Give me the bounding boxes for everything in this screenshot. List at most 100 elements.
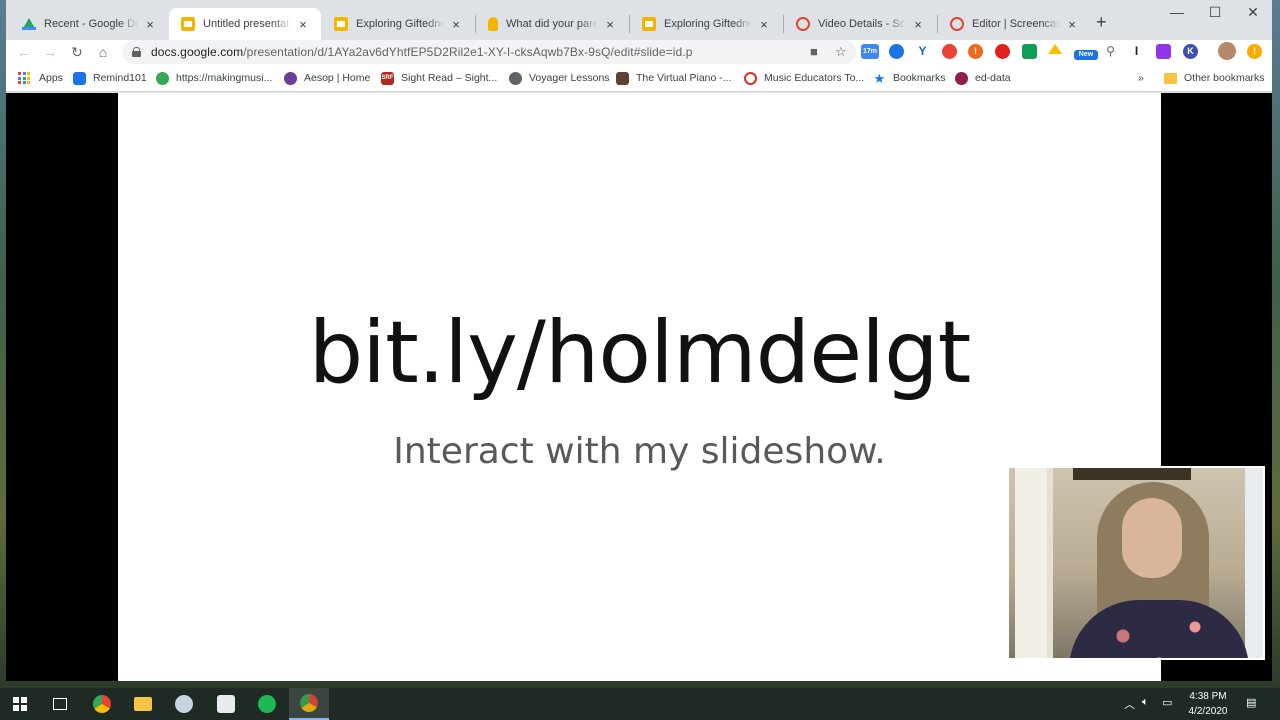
bookmark-aesop[interactable]: Aesop | Home	[284, 70, 370, 86]
tab-screencastify-editor[interactable]: Editor | Screencastify Studio ×	[938, 8, 1090, 40]
profile-avatar[interactable]	[1218, 42, 1236, 60]
tab-strip: Recent - Google Drive × Untitled present…	[6, 0, 1272, 40]
folder-icon	[134, 697, 152, 711]
taskbar-chrome[interactable]	[82, 688, 122, 720]
task-view-button[interactable]	[40, 688, 80, 720]
webcam-background-frame	[1073, 468, 1191, 480]
taskbar-app[interactable]	[206, 688, 246, 720]
webcam-overlay[interactable]	[1007, 466, 1265, 660]
star-icon[interactable]: ☆	[835, 44, 847, 60]
clock-time: 4:38 PM	[1189, 691, 1227, 702]
alert-extension-icon[interactable]: !	[968, 44, 983, 59]
app-icon	[217, 695, 235, 713]
windows-start-icon[interactable]	[13, 697, 27, 711]
bookmark-music-educators[interactable]: Music Educators To...	[744, 70, 864, 86]
close-tab-icon[interactable]: ×	[448, 17, 464, 32]
spotify-icon	[258, 695, 276, 713]
y-extension-icon[interactable]: Y	[915, 44, 930, 59]
minimize-button[interactable]: —	[1162, 4, 1192, 20]
new-badge-extension-icon[interactable]: New	[1074, 50, 1098, 60]
bookmark-remind101[interactable]: Remind101	[73, 70, 147, 86]
camera-icon[interactable]: ■	[810, 44, 818, 59]
chrome-icon	[93, 695, 111, 713]
classroom-extension-icon[interactable]	[1022, 44, 1037, 59]
bookmark-bookmarks[interactable]: ★ Bookmarks	[873, 70, 946, 86]
lock-icon	[132, 47, 141, 57]
block-extension-icon[interactable]	[995, 44, 1010, 59]
close-tab-icon[interactable]: ×	[295, 17, 311, 32]
volume-icon[interactable]: 🔈︎	[1142, 696, 1149, 709]
apps-grid-icon	[18, 72, 30, 84]
sight-read-icon: SRF	[381, 71, 394, 85]
taskbar-spotify[interactable]	[247, 688, 287, 720]
timer-extension-icon[interactable]: 17m	[861, 44, 879, 59]
bookmarks-bar: Apps Remind101 https://makingmusi... Aes…	[6, 64, 1272, 92]
notifications-icon[interactable]: ▤	[1246, 696, 1256, 709]
url-host: docs.google.com	[151, 45, 244, 59]
presenter-body	[1069, 600, 1249, 658]
bookmark-makingmusic[interactable]: https://makingmusi...	[156, 70, 272, 86]
other-bookmarks-folder[interactable]: Other bookmarks	[1164, 70, 1265, 86]
tab-video-details[interactable]: Video Details - Screencastify ×	[784, 8, 936, 40]
close-tab-icon[interactable]: ×	[1064, 17, 1080, 32]
bookmark-virtual-piano[interactable]: The Virtual Piano -...	[616, 70, 732, 86]
address-bar[interactable]: docs.google.com/presentation/d/1AYa2av6d…	[122, 40, 856, 64]
globe-icon	[156, 71, 169, 85]
bookmark-apps[interactable]: Apps	[18, 70, 63, 86]
bookmark-ed-data[interactable]: ed-data	[955, 70, 1011, 86]
taskbar-chrome-active[interactable]	[289, 688, 329, 720]
close-tab-icon[interactable]: ×	[910, 17, 926, 32]
slide-title: bit.ly/holmdelgt	[308, 303, 972, 403]
tab-exploring-giftedness[interactable]: Exploring Giftedness - Google Slides ×	[322, 8, 474, 40]
ed-data-icon	[955, 71, 968, 85]
taskbar-file-explorer[interactable]	[123, 688, 163, 720]
tab-exploring-giftedness-2[interactable]: Exploring Giftedness - Google Slides ×	[630, 8, 782, 40]
bookmark-label: ed-data	[975, 72, 1011, 84]
home-button[interactable]: ⌂	[93, 42, 113, 62]
close-window-button[interactable]: ✕	[1238, 4, 1268, 21]
chrome-icon	[300, 694, 318, 712]
puzzle-extension-icon[interactable]	[1156, 44, 1171, 59]
screencastify-extension-icon[interactable]	[942, 44, 957, 59]
bookmark-label: Aesop | Home	[304, 72, 371, 84]
music-educators-icon	[744, 71, 757, 85]
bookmarks-overflow-button[interactable]: »	[1138, 70, 1144, 86]
slide[interactable]: bit.ly/holmdelgt Interact with my slides…	[118, 93, 1161, 681]
battery-icon[interactable]: ▭	[1162, 696, 1172, 709]
drive-extension-icon[interactable]	[1048, 44, 1062, 54]
close-tab-icon[interactable]: ×	[756, 17, 772, 32]
tab-title: Video Details - Screencastify	[818, 18, 906, 30]
tray-chevron-up-icon[interactable]: ︿	[1124, 696, 1135, 712]
k-extension-icon[interactable]: K	[1183, 44, 1198, 59]
search-extension-icon[interactable]: ⚲	[1103, 44, 1118, 59]
tab-what-did-your-parents[interactable]: What did your parents ×	[476, 8, 628, 40]
close-tab-icon[interactable]: ×	[142, 17, 158, 32]
tab-untitled-presentation[interactable]: Untitled presentation - Google Slides ×	[169, 8, 321, 40]
windows-taskbar: ︿ 🔈︎ ▭ 4:38 PM 4/2/2020 ▤	[0, 688, 1280, 720]
update-alert-icon[interactable]: !	[1247, 44, 1262, 59]
maximize-button[interactable]: ☐	[1200, 4, 1230, 21]
taskbar-steam[interactable]	[164, 688, 204, 720]
webcam-background-door	[1015, 468, 1053, 658]
bookmark-label: https://makingmusi...	[176, 72, 273, 84]
forward-button[interactable]: →	[40, 42, 60, 62]
close-tab-icon[interactable]: ×	[602, 17, 618, 32]
taskbar-clock[interactable]: 4:38 PM 4/2/2020	[1180, 689, 1236, 719]
browser-toolbar: ← → ↻ ⌂ docs.google.com/presentation/d/1…	[6, 40, 1272, 64]
tab-title: Exploring Giftedness - Google Slides	[356, 18, 444, 30]
bookmark-sight-read[interactable]: SRF Sight Read – Sight...	[381, 70, 497, 86]
new-tab-button[interactable]: +	[1096, 12, 1107, 33]
screencastify-icon	[796, 17, 810, 31]
bookmark-label: Bookmarks	[893, 72, 946, 84]
tab-google-drive[interactable]: Recent - Google Drive ×	[10, 8, 168, 40]
folder-icon	[1164, 72, 1177, 84]
back-button[interactable]: ←	[14, 42, 34, 62]
bookmark-label: The Virtual Piano -...	[636, 72, 732, 84]
remind-icon	[73, 71, 86, 85]
bookmark-voyager-lessons[interactable]: Voyager Lessons	[509, 70, 610, 86]
extension-icon[interactable]	[889, 44, 904, 59]
reload-button[interactable]: ↻	[67, 42, 87, 62]
url-text: docs.google.com/presentation/d/1AYa2av6d…	[151, 45, 693, 59]
i-extension-icon[interactable]: I	[1129, 44, 1144, 59]
slides-icon	[181, 17, 195, 31]
